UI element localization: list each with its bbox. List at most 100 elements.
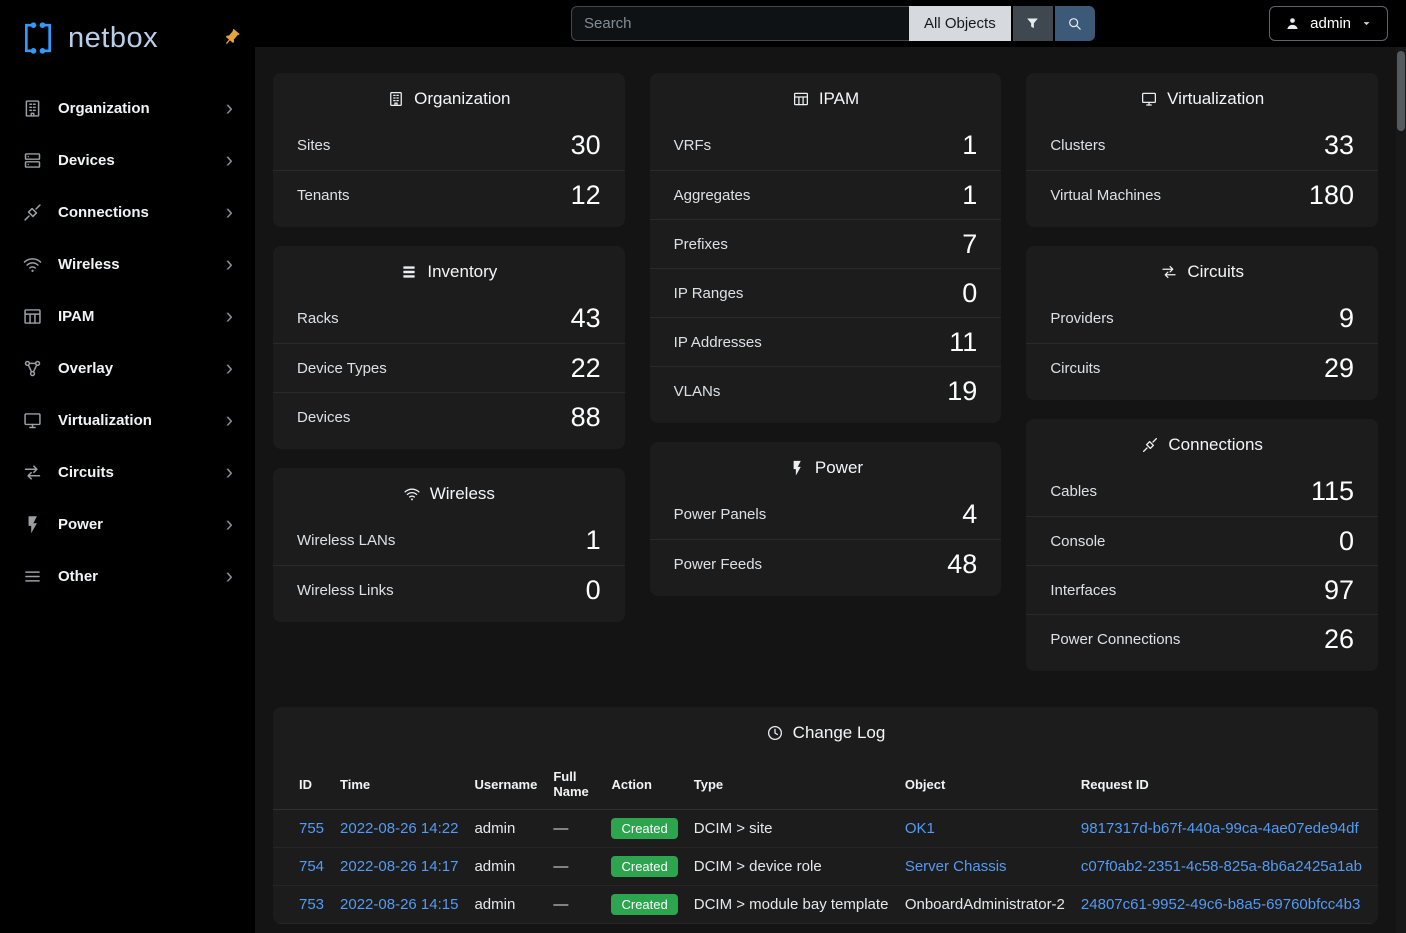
netbox-logo-text[interactable]: netbox xyxy=(68,22,158,55)
changelog-col-request-id: Request ID xyxy=(1081,759,1378,810)
card-title: Power xyxy=(815,458,863,478)
stat-label: Cables xyxy=(1050,483,1097,500)
caret-down-icon xyxy=(1360,17,1373,30)
card-body: Clusters 33 Virtual Machines 180 xyxy=(1026,119,1378,227)
stat-label: Tenants xyxy=(297,187,350,204)
stat-label: IP Ranges xyxy=(674,285,744,302)
log-username: admin xyxy=(474,896,515,913)
sidebar-item-label: Wireless xyxy=(58,256,226,273)
log-request-id-link[interactable]: c07f0ab2-2351-4c58-825a-8b6a2425a1ab xyxy=(1081,858,1362,875)
card-body: Sites 30 Tenants 12 xyxy=(273,119,625,227)
bolt-icon xyxy=(788,459,806,477)
log-object[interactable]: Server Chassis xyxy=(905,858,1007,875)
search-filter-button[interactable] xyxy=(1013,6,1053,41)
history-icon xyxy=(766,724,784,742)
log-time-link[interactable]: 2022-08-26 14:22 xyxy=(340,820,458,837)
card-body: Power Panels 4 Power Feeds 48 xyxy=(650,488,1002,596)
stat-value-link[interactable]: 26 xyxy=(1324,624,1354,655)
page-scrollbar-thumb[interactable] xyxy=(1397,51,1405,131)
stat-value-link[interactable]: 0 xyxy=(586,575,601,606)
sidebar-item-connections[interactable]: Connections › xyxy=(0,186,255,238)
sidebar-item-wireless[interactable]: Wireless › xyxy=(0,238,255,290)
search-scope-button[interactable]: All Objects xyxy=(909,6,1011,41)
sidebar-item-organization[interactable]: Organization › xyxy=(0,82,255,134)
card-organization: Organization Sites 30 Tenants 12 xyxy=(273,73,625,227)
bolt-icon xyxy=(22,514,43,535)
user-menu-button[interactable]: admin xyxy=(1269,6,1388,41)
log-time-link[interactable]: 2022-08-26 14:15 xyxy=(340,896,458,913)
stat-value-link[interactable]: 4 xyxy=(962,499,977,530)
stat-value-link[interactable]: 30 xyxy=(571,130,601,161)
stat-value-link[interactable]: 43 xyxy=(571,303,601,334)
search-submit-button[interactable] xyxy=(1055,6,1095,41)
stat-value-link[interactable]: 11 xyxy=(949,327,977,358)
log-fullname: — xyxy=(553,820,568,837)
log-id-link[interactable]: 755 xyxy=(299,820,324,837)
stat-value-link[interactable]: 88 xyxy=(571,402,601,433)
stat-value-link[interactable]: 1 xyxy=(586,525,601,556)
stat-label: Wireless LANs xyxy=(297,532,395,549)
changelog-table: IDTimeUsernameFull NameActionTypeObjectR… xyxy=(273,759,1378,924)
sidebar-item-virtualization[interactable]: Virtualization › xyxy=(0,394,255,446)
sidebar-item-ipam[interactable]: IPAM › xyxy=(0,290,255,342)
card-body: Providers 9 Circuits 29 xyxy=(1026,292,1378,400)
stat-value-link[interactable]: 180 xyxy=(1309,180,1354,211)
sidebar-item-other[interactable]: Other › xyxy=(0,550,255,602)
stat-value-link[interactable]: 33 xyxy=(1324,130,1354,161)
stat-value-link[interactable]: 12 xyxy=(571,180,601,211)
changelog-col-object: Object xyxy=(905,759,1081,810)
card-inventory: Inventory Racks 43 Device Types 22 Devic… xyxy=(273,246,625,449)
stat-label: VLANs xyxy=(674,383,721,400)
changelog-body: 755 2022-08-26 14:22 admin — Created DCI… xyxy=(273,810,1378,924)
sidebar-item-devices[interactable]: Devices › xyxy=(0,134,255,186)
stat-value-link[interactable]: 22 xyxy=(571,353,601,384)
user-menu-label: admin xyxy=(1310,15,1351,32)
stat-value-link[interactable]: 115 xyxy=(1311,476,1354,507)
global-search-input[interactable] xyxy=(571,6,909,41)
card-header: Wireless xyxy=(273,468,625,514)
sidebar-item-overlay[interactable]: Overlay › xyxy=(0,342,255,394)
log-type: DCIM > device role xyxy=(694,858,822,875)
stat-value-link[interactable]: 29 xyxy=(1324,353,1354,384)
sidebar-item-power[interactable]: Power › xyxy=(0,498,255,550)
log-id-link[interactable]: 753 xyxy=(299,896,324,913)
stat-value-link[interactable]: 0 xyxy=(962,278,977,309)
stat-vrfs: VRFs 1 xyxy=(650,121,1002,170)
stat-value-link[interactable]: 48 xyxy=(947,549,977,580)
log-time-link[interactable]: 2022-08-26 14:17 xyxy=(340,858,458,875)
card-title: Circuits xyxy=(1187,262,1244,282)
stat-label: Prefixes xyxy=(674,236,728,253)
building-icon xyxy=(387,90,405,108)
card-change-log: Change Log IDTimeUsernameFull NameAction… xyxy=(273,707,1378,924)
changelog-row: 755 2022-08-26 14:22 admin — Created DCI… xyxy=(273,810,1378,848)
stat-value-link[interactable]: 0 xyxy=(1339,526,1354,557)
log-request-id-link[interactable]: 9817317d-b67f-440a-99ca-4ae07ede94df xyxy=(1081,820,1359,837)
card-virtualization: Virtualization Clusters 33 Virtual Machi… xyxy=(1026,73,1378,227)
stat-value-link[interactable]: 7 xyxy=(962,229,977,260)
log-id-link[interactable]: 754 xyxy=(299,858,324,875)
sidebar-item-circuits[interactable]: Circuits › xyxy=(0,446,255,498)
sidebar-pin-icon[interactable] xyxy=(222,28,241,47)
chevron-right-icon: › xyxy=(226,201,233,223)
stat-value-link[interactable]: 1 xyxy=(962,180,977,211)
stat-power-feeds: Power Feeds 48 xyxy=(650,539,1002,588)
changelog-title: Change Log xyxy=(793,723,886,743)
stat-value-link[interactable]: 9 xyxy=(1339,303,1354,334)
stat-wireless-links: Wireless Links 0 xyxy=(273,565,625,614)
logo-row: netbox xyxy=(0,0,255,76)
stat-value-link[interactable]: 19 xyxy=(947,376,977,407)
transfer-icon xyxy=(1160,263,1178,281)
stat-label: Device Types xyxy=(297,360,387,377)
stat-label: VRFs xyxy=(674,137,712,154)
log-request-id-link[interactable]: 24807c61-9952-49c6-b8a5-69760bfcc4b3 xyxy=(1081,896,1360,913)
ip-table-icon xyxy=(22,306,43,327)
netbox-logo-icon[interactable] xyxy=(18,18,58,58)
log-object[interactable]: OK1 xyxy=(905,820,935,837)
stat-label: Circuits xyxy=(1050,360,1100,377)
stat-value-link[interactable]: 97 xyxy=(1324,575,1354,606)
stat-value-link[interactable]: 1 xyxy=(962,130,977,161)
card-ipam: IPAM VRFs 1 Aggregates 1 Prefixes 7 IP R… xyxy=(650,73,1002,423)
stat-console: Console 0 xyxy=(1026,516,1378,565)
card-body: Racks 43 Device Types 22 Devices 88 xyxy=(273,292,625,449)
chevron-right-icon: › xyxy=(226,97,233,119)
